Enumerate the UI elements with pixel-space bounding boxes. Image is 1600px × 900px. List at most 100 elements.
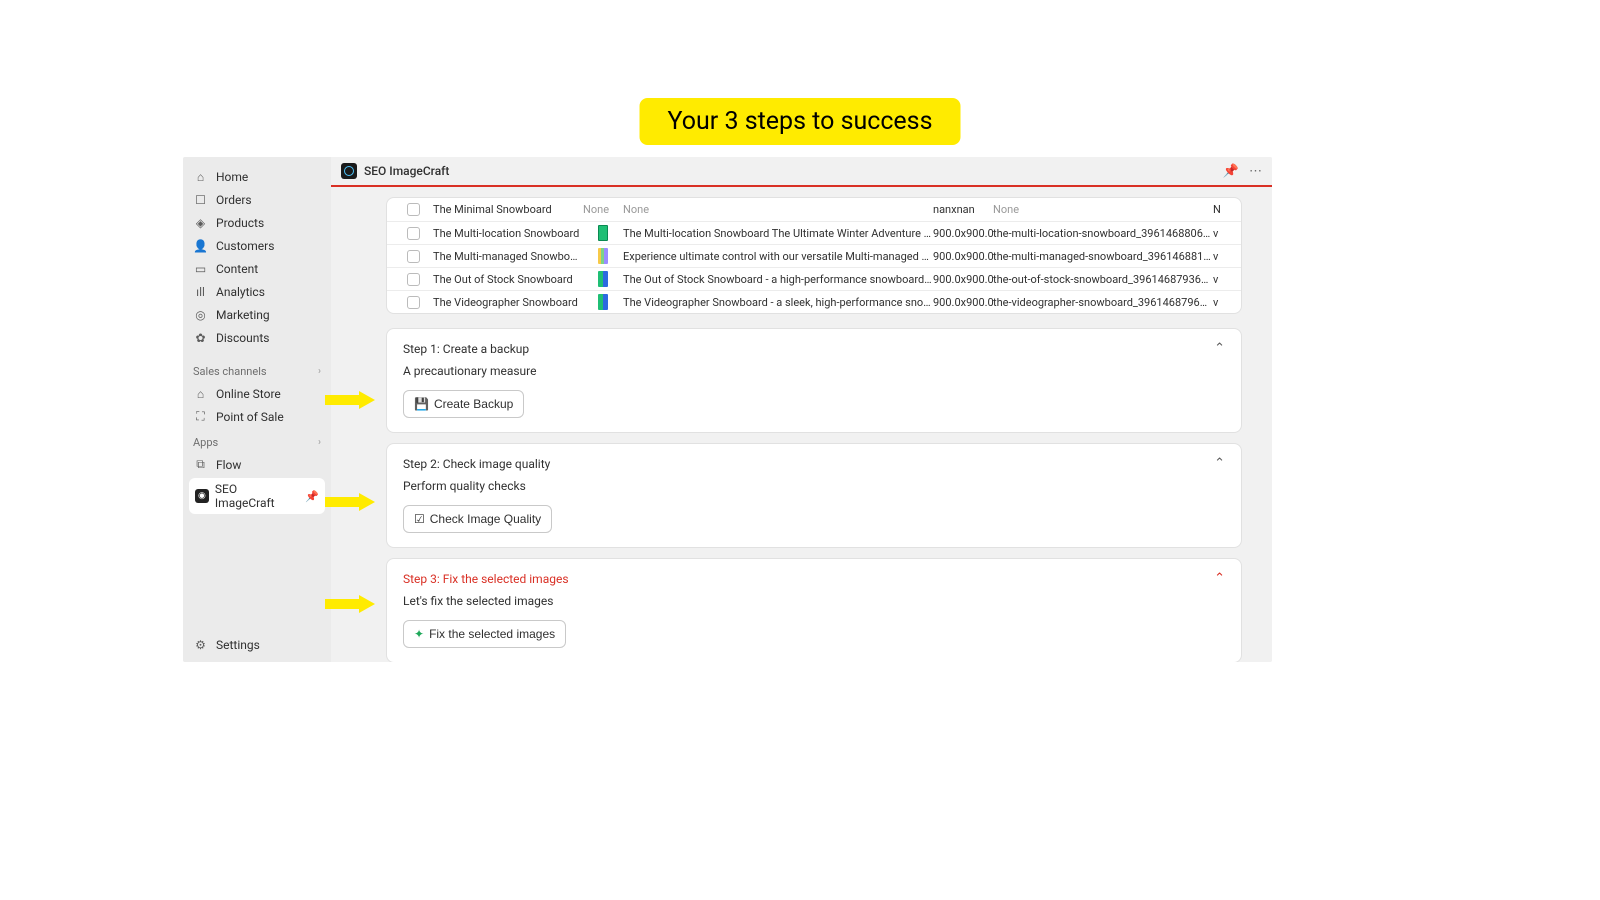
- products-table: The Minimal Snowboard None None nanxnan …: [386, 197, 1242, 314]
- collapse-icon[interactable]: ⌃: [1214, 571, 1225, 586]
- sidebar-item-home[interactable]: ⌂ Home: [183, 165, 331, 188]
- step-3-card: Step 3: Fix the selected images ⌃ Let's …: [386, 558, 1242, 662]
- section-label: Apps: [193, 436, 218, 449]
- fix-selected-images-button[interactable]: ✦Fix the selected images: [403, 620, 566, 648]
- thumbnail-icon: [598, 294, 608, 310]
- main-area: SEO ImageCraft 📌 ⋯ The Minimal Snowboard…: [331, 157, 1272, 662]
- table-row: The Out of Stock Snowboard The Out of St…: [387, 267, 1241, 290]
- step-2-card: Step 2: Check image quality ⌃ Perform qu…: [386, 443, 1242, 548]
- product-desc: None: [623, 203, 933, 216]
- gear-icon: ⚙: [193, 637, 208, 652]
- create-backup-button[interactable]: 💾 Create Backup: [403, 390, 524, 418]
- step-subtitle: Let's fix the selected images: [403, 594, 1225, 608]
- table-row: The Multi-managed Snowboard Experience u…: [387, 244, 1241, 267]
- discounts-icon: ✿: [193, 330, 208, 345]
- content-icon: ▭: [193, 261, 208, 276]
- ext: v: [1213, 273, 1227, 286]
- step-subtitle: A precautionary measure: [403, 364, 1225, 378]
- sidebar-item-label: Home: [216, 170, 248, 184]
- table-row: The Minimal Snowboard None None nanxnan …: [387, 198, 1241, 221]
- row-checkbox[interactable]: [407, 273, 420, 286]
- ext: N: [1213, 203, 1227, 216]
- button-label: Create Backup: [434, 397, 513, 411]
- row-checkbox[interactable]: [407, 203, 420, 216]
- callout-arrow-icon: [325, 391, 375, 409]
- product-name: The Minimal Snowboard: [433, 203, 583, 216]
- callout-arrow-icon: [325, 493, 375, 511]
- sidebar-item-label: Online Store: [216, 387, 281, 401]
- sidebar-item-customers[interactable]: 👤Customers: [183, 234, 331, 257]
- sidebar-item-analytics[interactable]: ıllAnalytics: [183, 280, 331, 303]
- sidebar-item-label: Marketing: [216, 308, 270, 322]
- sidebar-item-label: Flow: [216, 458, 241, 472]
- sidebar-item-marketing[interactable]: ◎ Marketing: [183, 303, 331, 326]
- save-icon: 💾: [414, 397, 429, 411]
- collapse-icon[interactable]: ⌃: [1214, 456, 1225, 471]
- product-name: The Multi-location Snowboard: [433, 227, 583, 240]
- chevron-right-icon: ›: [318, 366, 321, 377]
- sidebar-item-seo-imagecraft[interactable]: ◉ SEO ImageCraft 📌: [189, 478, 325, 514]
- sidebar-item-label: Products: [216, 216, 264, 230]
- check-image-quality-button[interactable]: ☑Check Image Quality: [403, 505, 552, 533]
- filename: the-out-of-stock-snowboard_3961468793677…: [993, 273, 1213, 286]
- ext: v: [1213, 227, 1227, 240]
- dimensions: 900.0x900.0: [933, 227, 993, 240]
- sidebar-item-label: SEO ImageCraft: [215, 482, 299, 510]
- app-title: SEO ImageCraft: [364, 164, 449, 178]
- thumb-none: None: [583, 203, 623, 216]
- filename: the-multi-location-snowboard_39614688067…: [993, 227, 1213, 240]
- product-name: The Videographer Snowboard: [433, 296, 583, 309]
- step-1-card: Step 1: Create a backup ⌃ A precautionar…: [386, 328, 1242, 433]
- sidebar-item-online-store[interactable]: ⌂ Online Store: [183, 382, 331, 405]
- products-icon: ◈: [193, 215, 208, 230]
- content: The Minimal Snowboard None None nanxnan …: [331, 187, 1272, 662]
- product-desc: The Multi-location Snowboard The Ultimat…: [623, 227, 933, 240]
- step-title: Step 2: Check image quality: [403, 457, 550, 471]
- home-icon: ⌂: [193, 169, 208, 184]
- store-icon: ⌂: [193, 386, 208, 401]
- filename: the-multi-managed-snowboard_396146881006…: [993, 250, 1213, 263]
- flow-icon: ⧉: [193, 457, 208, 472]
- product-desc: The Out of Stock Snowboard - a high-perf…: [623, 273, 933, 286]
- section-label: Sales channels: [193, 365, 267, 378]
- table-row: The Videographer Snowboard The Videograp…: [387, 290, 1241, 313]
- sidebar-item-pos[interactable]: ⛶ Point of Sale: [183, 405, 331, 428]
- row-checkbox[interactable]: [407, 227, 420, 240]
- sidebar-item-products[interactable]: ◈ Products: [183, 211, 331, 234]
- sidebar-item-discounts[interactable]: ✿Discounts: [183, 326, 331, 349]
- step-title: Step 1: Create a backup: [403, 342, 529, 356]
- thumbnail-icon: [598, 271, 608, 287]
- row-checkbox[interactable]: [407, 296, 420, 309]
- sidebar-item-orders[interactable]: ☐Orders: [183, 188, 331, 211]
- callout-arrow-icon: [325, 595, 375, 613]
- product-name: The Out of Stock Snowboard: [433, 273, 583, 286]
- collapse-icon[interactable]: ⌃: [1214, 341, 1225, 356]
- sidebar: ⌂ Home ☐Orders ◈ Products 👤Customers ▭ Cont…: [183, 157, 331, 662]
- nav-main: ⌂ Home ☐Orders ◈ Products 👤Customers ▭ Cont…: [183, 157, 331, 357]
- sidebar-item-label: Customers: [216, 239, 274, 253]
- fix-icon: ✦: [414, 627, 424, 641]
- section-sales-channels[interactable]: Sales channels ›: [183, 357, 331, 382]
- filename: the-videographer-snowboard_3961468796953…: [993, 296, 1213, 309]
- pin-icon[interactable]: 📌: [1223, 164, 1239, 179]
- sidebar-item-settings[interactable]: ⚙Settings: [183, 627, 331, 662]
- dimensions: 900.0x900.0: [933, 250, 993, 263]
- marketing-icon: ◎: [193, 307, 208, 322]
- ext: v: [1213, 250, 1227, 263]
- sidebar-item-label: Content: [216, 262, 258, 276]
- app-window: ⌂ Home ☐Orders ◈ Products 👤Customers ▭ Cont…: [183, 157, 1272, 662]
- thumbnail-icon: [598, 248, 608, 264]
- pin-icon[interactable]: 📌: [305, 490, 319, 503]
- app-badge-icon: ◉: [195, 489, 209, 503]
- row-checkbox[interactable]: [407, 250, 420, 263]
- sidebar-item-flow[interactable]: ⧉ Flow: [183, 453, 331, 476]
- sidebar-item-label: Orders: [216, 193, 252, 207]
- step-subtitle: Perform quality checks: [403, 479, 1225, 493]
- section-apps[interactable]: Apps›: [183, 428, 331, 453]
- sidebar-item-label: Point of Sale: [216, 410, 284, 424]
- sidebar-item-content[interactable]: ▭ Content: [183, 257, 331, 280]
- more-icon[interactable]: ⋯: [1249, 164, 1262, 179]
- ext: v: [1213, 296, 1227, 309]
- check-icon: ☑: [414, 512, 425, 526]
- pos-icon: ⛶: [193, 409, 208, 424]
